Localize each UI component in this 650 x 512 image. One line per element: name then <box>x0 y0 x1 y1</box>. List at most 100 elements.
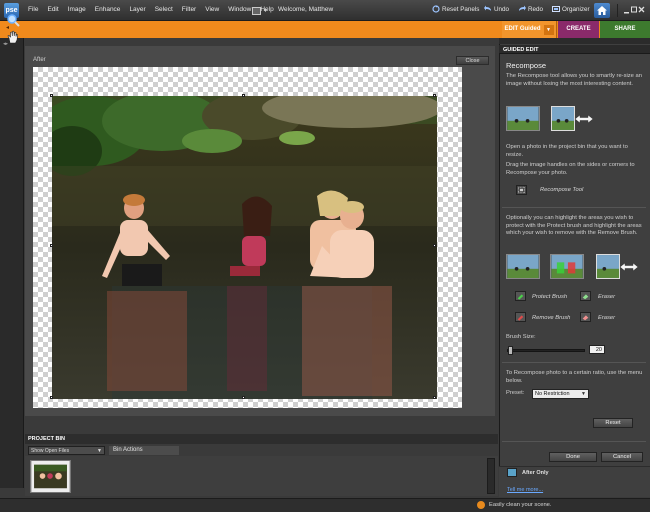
preset-select-value: No Restriction <box>535 391 570 397</box>
photo-kids-in-river[interactable] <box>52 96 437 399</box>
intro-text: The Recompose tool allows you to smartly… <box>506 73 642 87</box>
tell-me-more-link[interactable]: Tell me more... <box>507 487 543 493</box>
maximize-icon[interactable] <box>631 6 637 13</box>
bin-actions-button[interactable]: Bin Actions <box>109 446 179 455</box>
after-only-label[interactable]: After Only <box>522 470 549 476</box>
bin-show-select[interactable]: Show Open Files ▼ <box>28 446 105 455</box>
window-controls <box>624 6 645 14</box>
remove-eraser-label[interactable]: Eraser <box>598 315 615 321</box>
resize-handle[interactable] <box>50 94 53 97</box>
menu-image[interactable]: Image <box>68 6 86 13</box>
home-button[interactable] <box>594 3 610 18</box>
arrange-layout-button[interactable]: ▼ <box>252 5 269 16</box>
menu-layer[interactable]: Layer <box>129 6 145 13</box>
tab-edit-guided[interactable]: EDIT Guided ▼ <box>502 21 557 38</box>
protect-eraser-label[interactable]: Eraser <box>598 294 615 300</box>
tools-panel: ◂▸ <box>0 38 24 488</box>
hand-tool-icon[interactable] <box>6 30 20 44</box>
ratio-text: To Recompose photo to a certain ratio, u… <box>506 370 643 384</box>
brush-size-label: Brush Size: <box>506 334 536 340</box>
tab-edit-guided-label: EDIT Guided <box>504 26 541 32</box>
menu-edit[interactable]: Edit <box>47 6 58 13</box>
chevron-down-icon: ▼ <box>581 391 586 397</box>
redo-label: Redo <box>528 5 544 13</box>
minimize-icon[interactable] <box>624 12 629 14</box>
resize-arrow-icon <box>574 114 594 124</box>
layout-icon <box>252 6 261 15</box>
resize-handle[interactable] <box>433 396 436 399</box>
brush-size-slider[interactable] <box>507 349 585 352</box>
step1-text: Open a photo in the project bin that you… <box>506 144 628 158</box>
divider <box>502 207 646 208</box>
cancel-button[interactable]: Cancel <box>601 452 643 462</box>
protect-brush-icon[interactable] <box>515 291 526 301</box>
remove-brush-icon[interactable] <box>515 312 526 322</box>
menu-enhance[interactable]: Enhance <box>95 6 121 13</box>
chevron-down-icon: ▼ <box>97 448 102 454</box>
protect-eraser-icon[interactable] <box>580 291 591 301</box>
menu-view[interactable]: View <box>205 6 219 13</box>
organizer-icon <box>552 6 560 12</box>
welcome-text: Welcome, Matthew <box>278 6 334 13</box>
reset-button[interactable]: Reset <box>593 418 633 428</box>
resize-arrow-icon <box>619 262 639 272</box>
divider <box>617 4 618 17</box>
bin-thumbnail[interactable] <box>30 460 71 493</box>
resize-handle[interactable] <box>242 396 245 399</box>
recompose-tool-icon[interactable] <box>516 185 527 195</box>
menu-window[interactable]: Window <box>228 6 251 13</box>
resize-handle[interactable] <box>433 244 436 247</box>
resize-handle[interactable] <box>50 396 53 399</box>
preset-select[interactable]: No Restriction ▼ <box>532 389 589 399</box>
reset-panels-button[interactable]: Reset Panels <box>432 5 479 13</box>
reset-panels-label: Reset Panels <box>442 5 480 13</box>
close-window-icon[interactable] <box>638 6 645 13</box>
remove-eraser-icon[interactable] <box>580 312 591 322</box>
main-menu: File Edit Image Enhance Layer Select Fil… <box>28 6 274 13</box>
view-label: After <box>33 57 46 63</box>
organizer-button[interactable]: Organizer <box>552 5 590 13</box>
protect-brush-label[interactable]: Protect Brush <box>532 294 567 300</box>
divider <box>502 362 646 363</box>
undo-button[interactable]: Undo <box>484 5 509 13</box>
brush-result-thumb <box>596 254 620 279</box>
close-button[interactable]: Close <box>456 56 489 65</box>
home-icon <box>597 6 607 15</box>
panel-header: GUIDED EDIT <box>499 45 650 54</box>
project-bin-header <box>25 434 498 444</box>
menu-file[interactable]: File <box>28 6 38 13</box>
redo-button[interactable]: Redo <box>518 5 543 13</box>
panel-title: Recompose <box>506 61 547 70</box>
divider <box>502 441 646 442</box>
reset-panels-icon <box>432 5 440 13</box>
resize-handle[interactable] <box>433 94 436 97</box>
undo-label: Undo <box>494 5 510 13</box>
brush-size-field[interactable]: 20 <box>589 345 605 354</box>
done-button[interactable]: Done <box>549 452 597 462</box>
remove-brush-label[interactable]: Remove Brush <box>532 315 570 321</box>
bin-scrollbar[interactable] <box>487 458 495 494</box>
status-bar <box>0 498 650 512</box>
step2-text: Drag the image handles on the sides or c… <box>506 162 635 176</box>
chevron-down-icon: ▼ <box>263 7 268 14</box>
recompose-before-thumb <box>506 106 540 131</box>
menu-select[interactable]: Select <box>155 6 173 13</box>
tip-icon <box>477 501 485 509</box>
recompose-tool-label[interactable]: Recompose Tool <box>540 187 583 193</box>
zoom-tool-icon[interactable] <box>6 13 20 27</box>
menu-filter[interactable]: Filter <box>182 6 196 13</box>
panel-grip <box>499 38 650 44</box>
project-bin-title: PROJECT BIN <box>28 436 65 442</box>
recompose-after-thumb <box>551 106 575 131</box>
tab-share[interactable]: SHARE <box>600 21 650 38</box>
brush-size-slider-thumb[interactable] <box>508 346 513 355</box>
organizer-label: Organizer <box>562 5 590 13</box>
after-only-icon[interactable] <box>507 468 517 477</box>
chevron-down-icon[interactable]: ▼ <box>543 25 554 35</box>
brush-original-thumb <box>506 254 540 279</box>
resize-handle[interactable] <box>242 94 245 97</box>
status-text: Easily clean your scene. <box>489 502 552 508</box>
tab-create[interactable]: CREATE <box>558 21 599 38</box>
brush-highlight-thumb <box>550 254 584 279</box>
resize-handle[interactable] <box>50 244 53 247</box>
